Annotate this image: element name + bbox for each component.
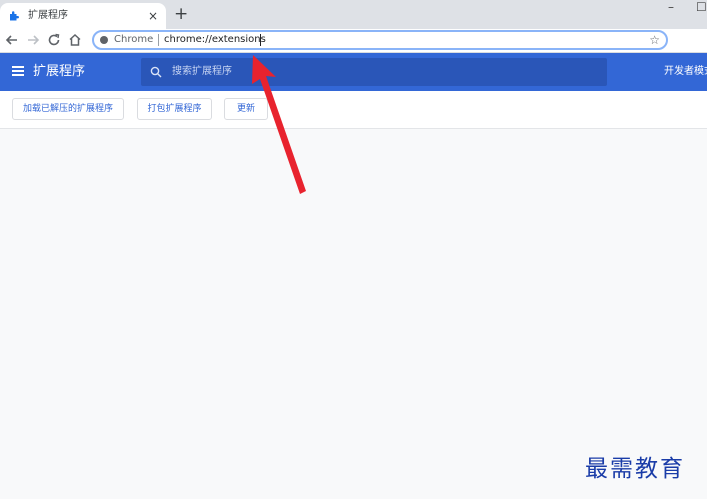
search-placeholder: 搜索扩展程序 xyxy=(172,66,232,77)
back-icon[interactable] xyxy=(3,31,21,49)
extensions-header: 扩展程序 搜索扩展程序 开发者模式 xyxy=(0,53,707,91)
tab-title: 扩展程序 xyxy=(28,10,68,21)
update-button[interactable]: 更新 xyxy=(224,98,268,120)
site-label: Chrome xyxy=(114,34,154,45)
home-icon[interactable] xyxy=(66,31,84,49)
tab-close-icon[interactable]: × xyxy=(148,3,158,29)
load-unpacked-button[interactable]: 加载已解压的扩展程序 xyxy=(12,98,124,120)
extensions-list-area xyxy=(0,129,707,499)
page-title: 扩展程序 xyxy=(33,64,86,79)
pack-extension-button[interactable]: 打包扩展程序 xyxy=(137,98,212,120)
reload-icon[interactable] xyxy=(45,31,63,49)
menu-icon[interactable] xyxy=(12,66,24,76)
star-icon[interactable]: ☆ xyxy=(649,32,660,48)
maximize-button[interactable]: ☐ xyxy=(696,0,707,14)
puzzle-icon xyxy=(10,11,19,21)
minimize-button[interactable]: – xyxy=(668,0,674,14)
address-bar[interactable]: Chrome chrome://extensions ☆ xyxy=(92,30,668,50)
browser-toolbar: Chrome chrome://extensions ☆ xyxy=(0,29,707,53)
developer-toolbar: 加载已解压的扩展程序 打包扩展程序 更新 xyxy=(0,91,707,129)
search-input[interactable]: 搜索扩展程序 xyxy=(141,58,607,86)
search-icon xyxy=(150,66,162,78)
tab-strip: 扩展程序 × + – ☐ xyxy=(0,0,707,29)
forward-icon[interactable] xyxy=(24,31,42,49)
divider xyxy=(158,34,159,46)
developer-mode-label[interactable]: 开发者模式 xyxy=(664,53,707,91)
new-tab-button[interactable]: + xyxy=(174,4,188,24)
tab-extensions[interactable]: 扩展程序 × xyxy=(0,3,166,29)
watermark-logo: 最需教育 xyxy=(585,456,685,482)
text-caret xyxy=(260,34,261,46)
chrome-icon xyxy=(100,36,108,44)
url-text[interactable]: chrome://extensions xyxy=(164,32,266,48)
